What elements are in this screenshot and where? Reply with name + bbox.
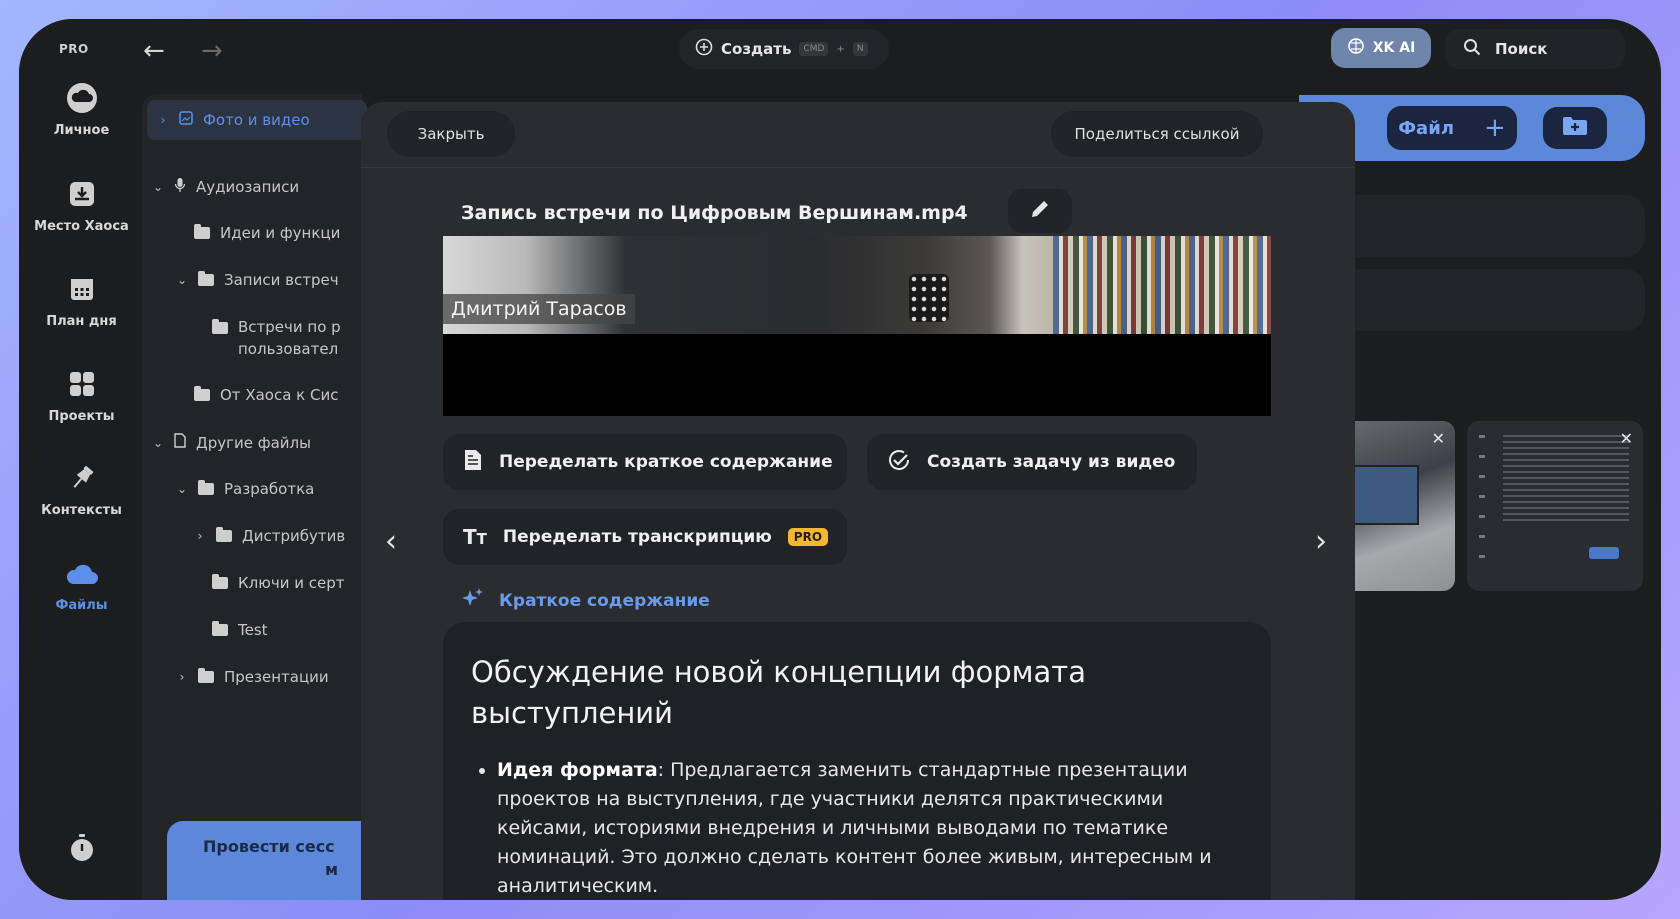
rail-label: Личное <box>53 123 110 138</box>
folder-icon <box>198 271 214 286</box>
sparkle-icon <box>461 586 485 615</box>
list-item <box>1319 269 1645 331</box>
summary-title: Обсуждение новой концепции формата высту… <box>471 655 1086 730</box>
video-player[interactable]: Дмитрий Тарасов <box>443 236 1271 416</box>
create-label: Создать <box>721 40 792 58</box>
grid-icon <box>65 367 99 401</box>
folder-plus-icon <box>1562 116 1588 140</box>
tree-item-folder[interactable]: Ключи и серт <box>212 574 345 592</box>
close-icon[interactable]: ✕ <box>1620 429 1633 448</box>
timer-icon <box>65 831 99 865</box>
folder-icon <box>212 574 228 589</box>
add-file-button[interactable]: Файл + <box>1387 106 1517 150</box>
file-viewer-modal: Закрыть Поделиться ссылкой Запись встреч… <box>361 102 1355 900</box>
shortcut-key: N <box>852 42 868 56</box>
plus-circle-icon <box>695 38 713 60</box>
close-button[interactable]: Закрыть <box>387 111 515 157</box>
rail-label: Контексты <box>41 503 122 518</box>
tree-item-development[interactable]: ⌄ Разработка <box>176 480 314 498</box>
summary-card: Обсуждение новой концепции формата высту… <box>443 622 1271 900</box>
rail-item-contexts[interactable]: Контексты <box>19 461 144 518</box>
redo-summary-button[interactable]: Переделать краткое содержание <box>443 434 847 490</box>
timer-button[interactable] <box>19 831 144 865</box>
create-button[interactable]: Создать CMD + N <box>679 29 889 69</box>
rail-item-day-plan[interactable]: План дня <box>19 272 144 329</box>
redo-transcript-button[interactable]: TT Переделать транскрипцию PRO <box>443 509 847 565</box>
folder-icon <box>212 319 228 334</box>
list-item: Идея формата: Предлагается заменить стан… <box>497 756 1243 900</box>
folder-icon <box>212 621 228 636</box>
calendar-icon <box>65 272 99 306</box>
left-rail: PRO Личное Место Хаоса План дня Проекты <box>19 19 144 900</box>
prev-arrow-icon[interactable]: ‹ <box>385 524 397 559</box>
tree-item-folder[interactable]: Test <box>212 621 268 639</box>
close-icon[interactable]: ✕ <box>1432 429 1445 448</box>
forward-arrow-icon[interactable]: → <box>201 38 225 64</box>
list-item <box>1319 195 1645 257</box>
next-arrow-icon[interactable]: › <box>1315 524 1327 559</box>
back-arrow-icon[interactable]: ← <box>143 38 167 64</box>
folder-tree: › Фото и видео ⌄ Аудиозаписи Идеи и функ… <box>142 94 367 900</box>
search-button[interactable]: Поиск <box>1445 29 1625 69</box>
ai-button[interactable]: XK AI <box>1331 28 1431 68</box>
document-icon <box>463 449 483 476</box>
search-label: Поиск <box>1495 40 1548 58</box>
file-title: Запись встречи по Цифровым Вершинам.mp4 <box>461 202 968 224</box>
add-folder-button[interactable] <box>1543 107 1607 149</box>
rail-item-chaos[interactable]: Место Хаоса <box>19 177 144 234</box>
tree-item-audio[interactable]: ⌄ Аудиозаписи <box>152 177 299 197</box>
task-check-icon <box>887 448 911 477</box>
pro-badge: PRO <box>787 528 829 546</box>
phone-in-hand <box>909 274 949 322</box>
folder-icon <box>198 668 214 683</box>
document-icon <box>174 433 186 452</box>
share-link-button[interactable]: Поделиться ссылкой <box>1051 111 1263 157</box>
pencil-icon <box>1029 198 1051 224</box>
cloud-icon <box>65 556 99 590</box>
tree-item-folder[interactable]: Идеи и функци <box>194 224 340 242</box>
plus-icon: + <box>1484 113 1506 143</box>
modal-header: Закрыть Поделиться ссылкой <box>361 102 1355 168</box>
tree-item-presentations[interactable]: › Презентации <box>176 668 329 686</box>
summary-list: Идея формата: Предлагается заменить стан… <box>471 756 1243 900</box>
rail-label: Файлы <box>55 598 108 613</box>
tree-item-other-files[interactable]: ⌄ Другие файлы <box>152 433 311 452</box>
tree-item-distributive[interactable]: › Дистрибутив <box>194 527 345 545</box>
inbox-icon <box>65 177 99 211</box>
rail-label: Место Хаоса <box>34 219 129 234</box>
text-size-icon: TT <box>463 525 487 549</box>
brain-icon <box>1347 37 1365 59</box>
tree-item-folder[interactable]: От Хаоса к Сис <box>194 386 338 404</box>
tree-item-photo-video[interactable]: › Фото и видео <box>147 100 367 140</box>
folder-icon <box>194 224 210 239</box>
plan-label: PRO <box>59 42 89 56</box>
pin-icon <box>65 461 99 495</box>
create-task-button[interactable]: Создать задачу из видео <box>867 434 1197 490</box>
microphone-icon <box>174 177 186 197</box>
rail-item-personal[interactable]: Личное <box>19 81 144 138</box>
shortcut-mod: CMD <box>799 42 829 56</box>
bookshelf <box>1053 236 1271 334</box>
speaker-name-tag: Дмитрий Тарасов <box>443 294 635 324</box>
rail-item-files[interactable]: Файлы <box>19 556 144 613</box>
rail-label: План дня <box>46 314 117 329</box>
session-card[interactable]: Провести сесс м <box>167 821 387 900</box>
image-icon <box>179 111 193 129</box>
summary-term: Идея формата <box>497 759 658 781</box>
folder-icon <box>194 386 210 401</box>
cloud-icon <box>65 81 99 115</box>
shortcut-plus: + <box>836 43 845 55</box>
folder-icon <box>216 527 232 542</box>
rail-label: Проекты <box>48 409 115 424</box>
app-window: PRO Личное Место Хаоса План дня Проекты <box>19 19 1661 900</box>
ai-label: XK AI <box>1372 40 1416 56</box>
rail-item-projects[interactable]: Проекты <box>19 367 144 424</box>
rename-button[interactable] <box>1008 189 1072 233</box>
tree-item-meetings[interactable]: ⌄ Записи встреч <box>176 271 339 289</box>
summary-heading: Краткое содержание <box>461 586 710 615</box>
screenshot-thumbnail[interactable]: ✕ <box>1467 421 1643 591</box>
tree-item-folder[interactable]: Встречи по р пользовател <box>212 316 341 360</box>
folder-icon <box>198 480 214 495</box>
search-icon <box>1463 38 1481 60</box>
